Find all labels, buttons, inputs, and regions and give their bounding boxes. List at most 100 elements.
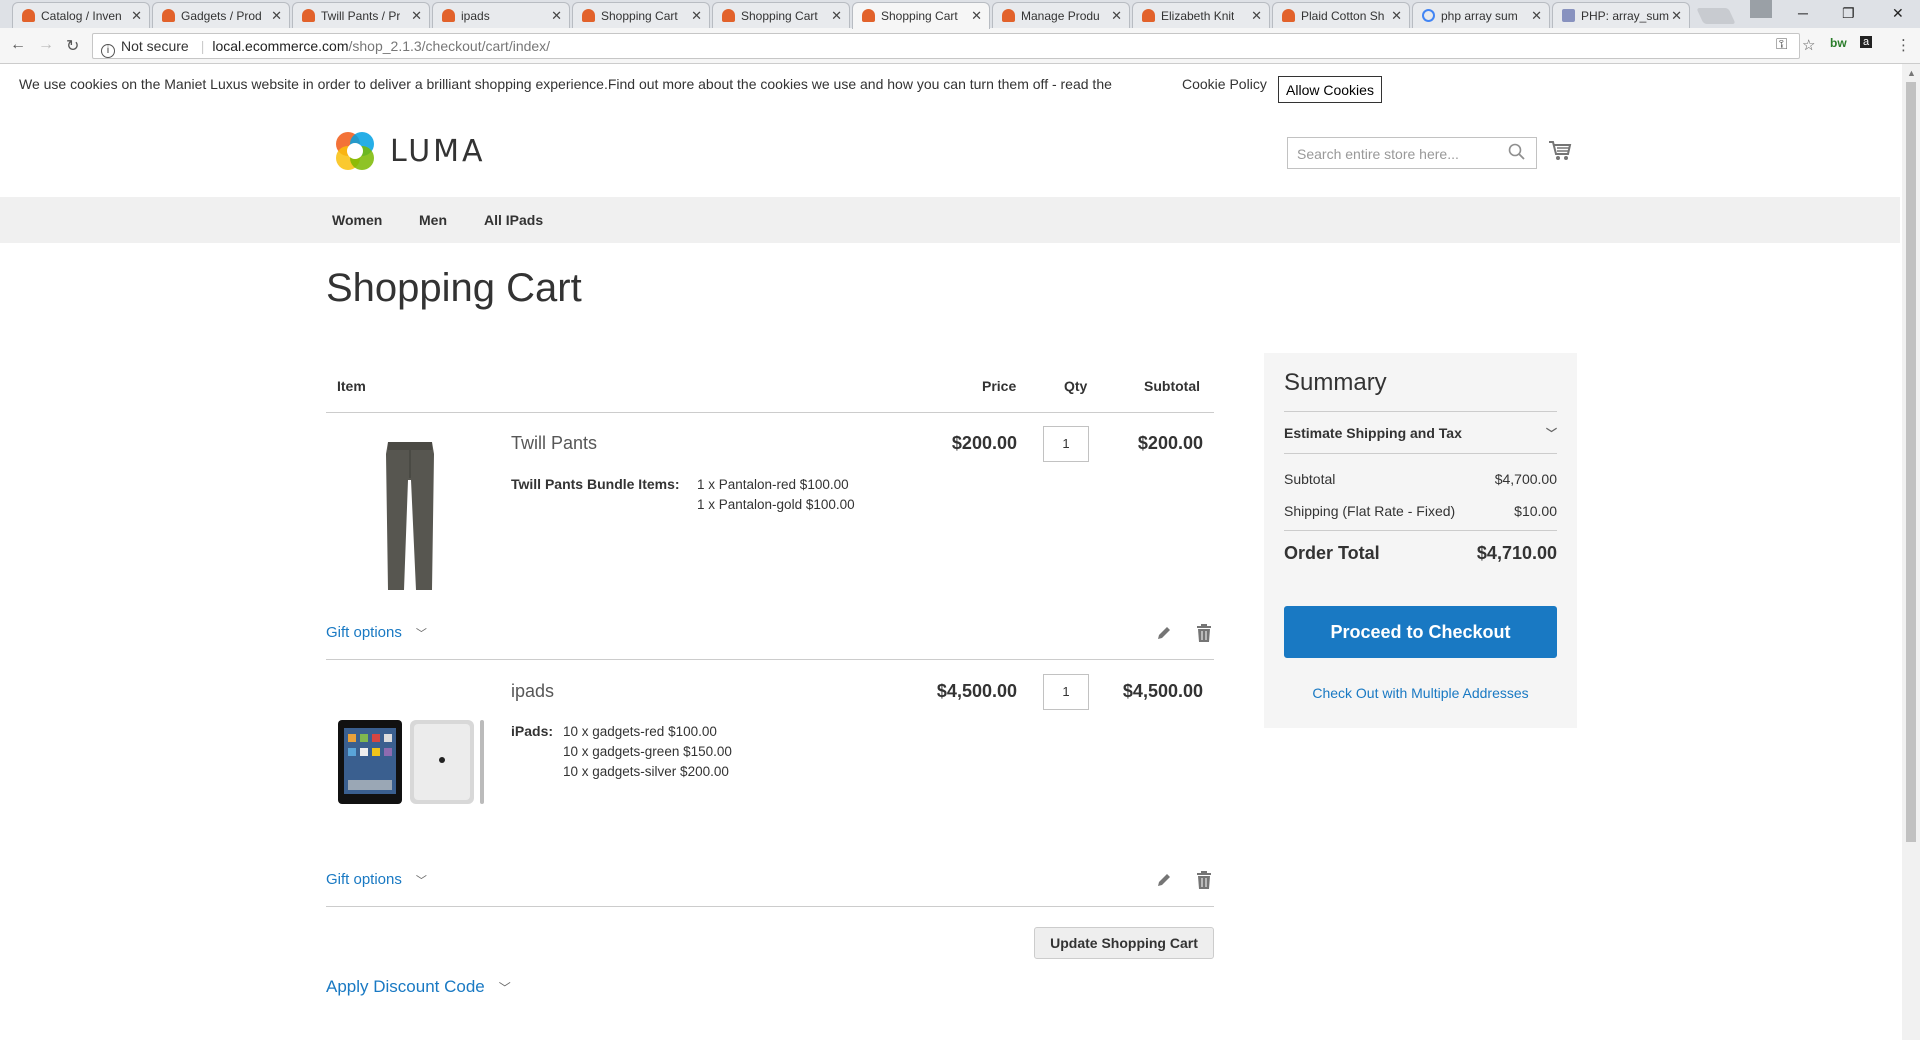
scroll-up-icon[interactable]: ▲ xyxy=(1907,68,1916,78)
browser-tab[interactable]: Shopping Cart ✕ xyxy=(712,2,850,28)
browser-tabstrip: Catalog / Inven ✕ Gadgets / Prod ✕ Twill P… xyxy=(0,0,1920,29)
order-total-row: Order Total $4,710.00 xyxy=(1284,543,1557,563)
minimize-icon[interactable]: ─ xyxy=(1798,5,1808,21)
magento-icon xyxy=(22,9,35,22)
multiple-addresses-link[interactable]: Check Out with Multiple Addresses xyxy=(1264,685,1577,701)
reload-icon[interactable]: ↻ xyxy=(66,36,79,56)
cart-icon[interactable] xyxy=(1548,140,1572,162)
ipad-image[interactable] xyxy=(336,714,488,808)
cookie-policy-link[interactable]: Cookie Policy xyxy=(1182,76,1267,92)
new-tab-button[interactable] xyxy=(1696,8,1736,24)
url-field[interactable]: i Not secure | local.ecommerce.com/shop_2.1… xyxy=(92,33,1800,59)
browser-tab[interactable]: ipads ✕ xyxy=(432,2,570,28)
star-icon[interactable]: ☆ xyxy=(1802,36,1815,54)
gift-options-toggle[interactable]: Gift options ﹀ xyxy=(326,624,427,641)
scrollbar[interactable]: ▲ xyxy=(1902,64,1920,1040)
php-icon xyxy=(1562,9,1575,22)
close-tab-icon[interactable]: ✕ xyxy=(1671,8,1682,24)
column-header-subtotal: Subtotal xyxy=(1144,378,1200,394)
search-input[interactable]: Search entire store here... xyxy=(1287,137,1537,169)
close-tab-icon[interactable]: ✕ xyxy=(1251,8,1262,24)
browser-tab[interactable]: Shopping Cart ✕ xyxy=(572,2,710,28)
item-subtotal: $4,500.00 xyxy=(1122,681,1203,701)
magento-icon xyxy=(1282,9,1295,22)
nav-item-men[interactable]: Men xyxy=(419,212,447,228)
google-icon xyxy=(1422,9,1435,22)
chevron-down-icon: ﹀ xyxy=(498,981,511,995)
search-icon[interactable] xyxy=(1508,143,1526,161)
close-tab-icon[interactable]: ✕ xyxy=(691,8,702,24)
browser-tab[interactable]: Catalog / Inven ✕ xyxy=(12,2,150,28)
close-tab-icon[interactable]: ✕ xyxy=(1111,8,1122,24)
trash-icon[interactable] xyxy=(1196,871,1212,889)
chevron-down-icon: ﹀ xyxy=(415,628,427,640)
close-tab-icon[interactable]: ✕ xyxy=(831,8,842,24)
proceed-to-checkout-button[interactable]: Proceed to Checkout xyxy=(1284,606,1557,658)
browser-tab[interactable]: Elizabeth Knit ✕ xyxy=(1132,2,1270,28)
divider xyxy=(326,659,1214,660)
menu-icon[interactable]: ⋮ xyxy=(1896,36,1911,54)
bundle-option: 1 x Pantalon-red $100.00 xyxy=(697,477,849,492)
luma-logo-icon[interactable] xyxy=(332,128,378,174)
browser-tab[interactable]: Plaid Cotton Sh ✕ xyxy=(1272,2,1410,28)
back-icon[interactable]: ← xyxy=(10,36,26,54)
allow-cookies-button[interactable]: Allow Cookies xyxy=(1278,76,1382,103)
chevron-down-icon: ﹀ xyxy=(415,875,427,887)
restore-icon[interactable]: ❐ xyxy=(1842,5,1855,22)
browser-tab-active[interactable]: Shopping Cart ✕ xyxy=(852,2,990,29)
divider xyxy=(326,906,1214,907)
product-name-link[interactable]: ipads xyxy=(511,681,554,702)
browser-tab[interactable]: PHP: array_sum ✕ xyxy=(1552,2,1690,28)
close-tab-icon[interactable]: ✕ xyxy=(971,8,982,24)
magento-icon xyxy=(582,9,595,22)
gift-options-toggle[interactable]: Gift options ﹀ xyxy=(326,871,427,888)
update-cart-button[interactable]: Update Shopping Cart xyxy=(1034,927,1214,959)
browser-tab[interactable]: Manage Produ ✕ xyxy=(992,2,1130,28)
close-window-icon[interactable]: ✕ xyxy=(1892,5,1904,22)
profile-icon[interactable] xyxy=(1750,0,1772,18)
divider xyxy=(1284,453,1557,454)
close-tab-icon[interactable]: ✕ xyxy=(271,8,282,24)
shipping-row: Shipping (Flat Rate - Fixed) $10.00 xyxy=(1284,503,1557,519)
product-name-link[interactable]: Twill Pants xyxy=(511,433,597,454)
summary-title: Summary xyxy=(1284,369,1387,396)
close-tab-icon[interactable]: ✕ xyxy=(131,8,142,24)
edit-icon[interactable] xyxy=(1156,872,1172,888)
bundle-options-label: iPads: xyxy=(511,723,554,739)
close-tab-icon[interactable]: ✕ xyxy=(411,8,422,24)
nav-item-all-ipads[interactable]: All IPads xyxy=(484,212,543,228)
magento-icon xyxy=(442,9,455,22)
trash-icon[interactable] xyxy=(1196,624,1212,642)
bundle-option: 1 x Pantalon-gold $100.00 xyxy=(697,497,855,512)
close-tab-icon[interactable]: ✕ xyxy=(1531,8,1542,24)
extension-icon[interactable]: bw xyxy=(1830,36,1847,50)
bundle-option: 10 x gadgets-silver $200.00 xyxy=(563,764,729,779)
browser-tab[interactable]: Twill Pants / Pr ✕ xyxy=(292,2,430,28)
magento-icon xyxy=(722,9,735,22)
forward-icon[interactable]: → xyxy=(38,36,54,54)
key-icon[interactable]: ⚿ xyxy=(1776,36,1787,53)
divider xyxy=(1284,530,1557,531)
bundle-option: 10 x gadgets-green $150.00 xyxy=(563,744,732,759)
column-header-price: Price xyxy=(982,378,1017,394)
scroll-thumb[interactable] xyxy=(1906,82,1916,842)
amazon-icon[interactable]: a xyxy=(1860,36,1873,48)
subtotal-row: Subtotal $4,700.00 xyxy=(1284,471,1557,487)
magento-icon xyxy=(162,9,175,22)
apply-discount-toggle[interactable]: Apply Discount Code ﹀ xyxy=(326,977,511,997)
bundle-options-label: Twill Pants Bundle Items: xyxy=(511,476,680,492)
close-tab-icon[interactable]: ✕ xyxy=(551,8,562,24)
column-header-qty: Qty xyxy=(1064,378,1088,394)
info-icon[interactable]: i xyxy=(101,44,115,58)
browser-tab[interactable]: php array sum ✕ xyxy=(1412,2,1550,28)
browser-tab[interactable]: Gadgets / Prod ✕ xyxy=(152,2,290,28)
edit-icon[interactable] xyxy=(1156,625,1172,641)
cookie-notice: We use cookies on the Maniet Luxus websi… xyxy=(0,64,1900,106)
estimate-shipping-toggle[interactable]: Estimate Shipping and Tax ﹀ xyxy=(1284,425,1557,441)
logo-text[interactable]: LUMA xyxy=(390,134,486,169)
close-tab-icon[interactable]: ✕ xyxy=(1391,8,1402,24)
twill-pants-image[interactable] xyxy=(382,440,438,592)
magento-icon xyxy=(302,9,315,22)
nav-item-women[interactable]: Women xyxy=(332,212,382,228)
divider xyxy=(1284,411,1557,412)
